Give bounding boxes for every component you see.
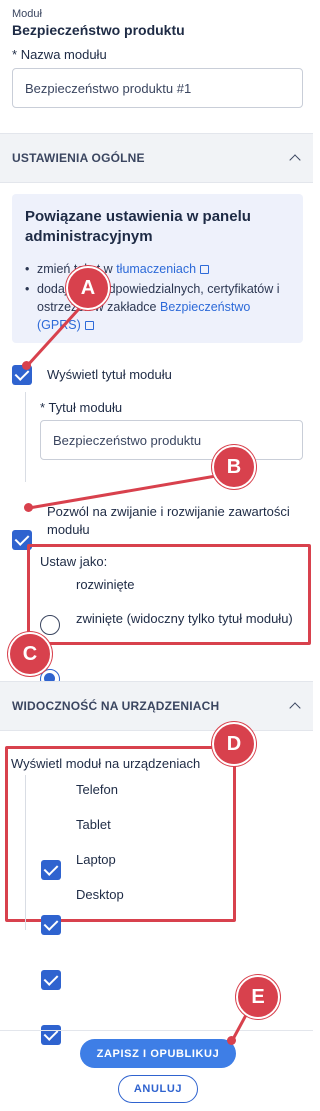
annotation-badge-a: A [66,266,110,310]
annotation-badge-e: E [236,975,280,1019]
connector-b [28,474,217,510]
annotation-dot-a [22,361,31,370]
annotation-dot-b [24,503,33,512]
connector-a [25,298,89,368]
annotation-badge-c: C [8,632,52,676]
annotation-badge-b: B [212,445,256,489]
annotation-dot-e [227,1036,236,1045]
annotation-badge-d: D [212,722,256,766]
annotation-connectors [25,298,248,1042]
